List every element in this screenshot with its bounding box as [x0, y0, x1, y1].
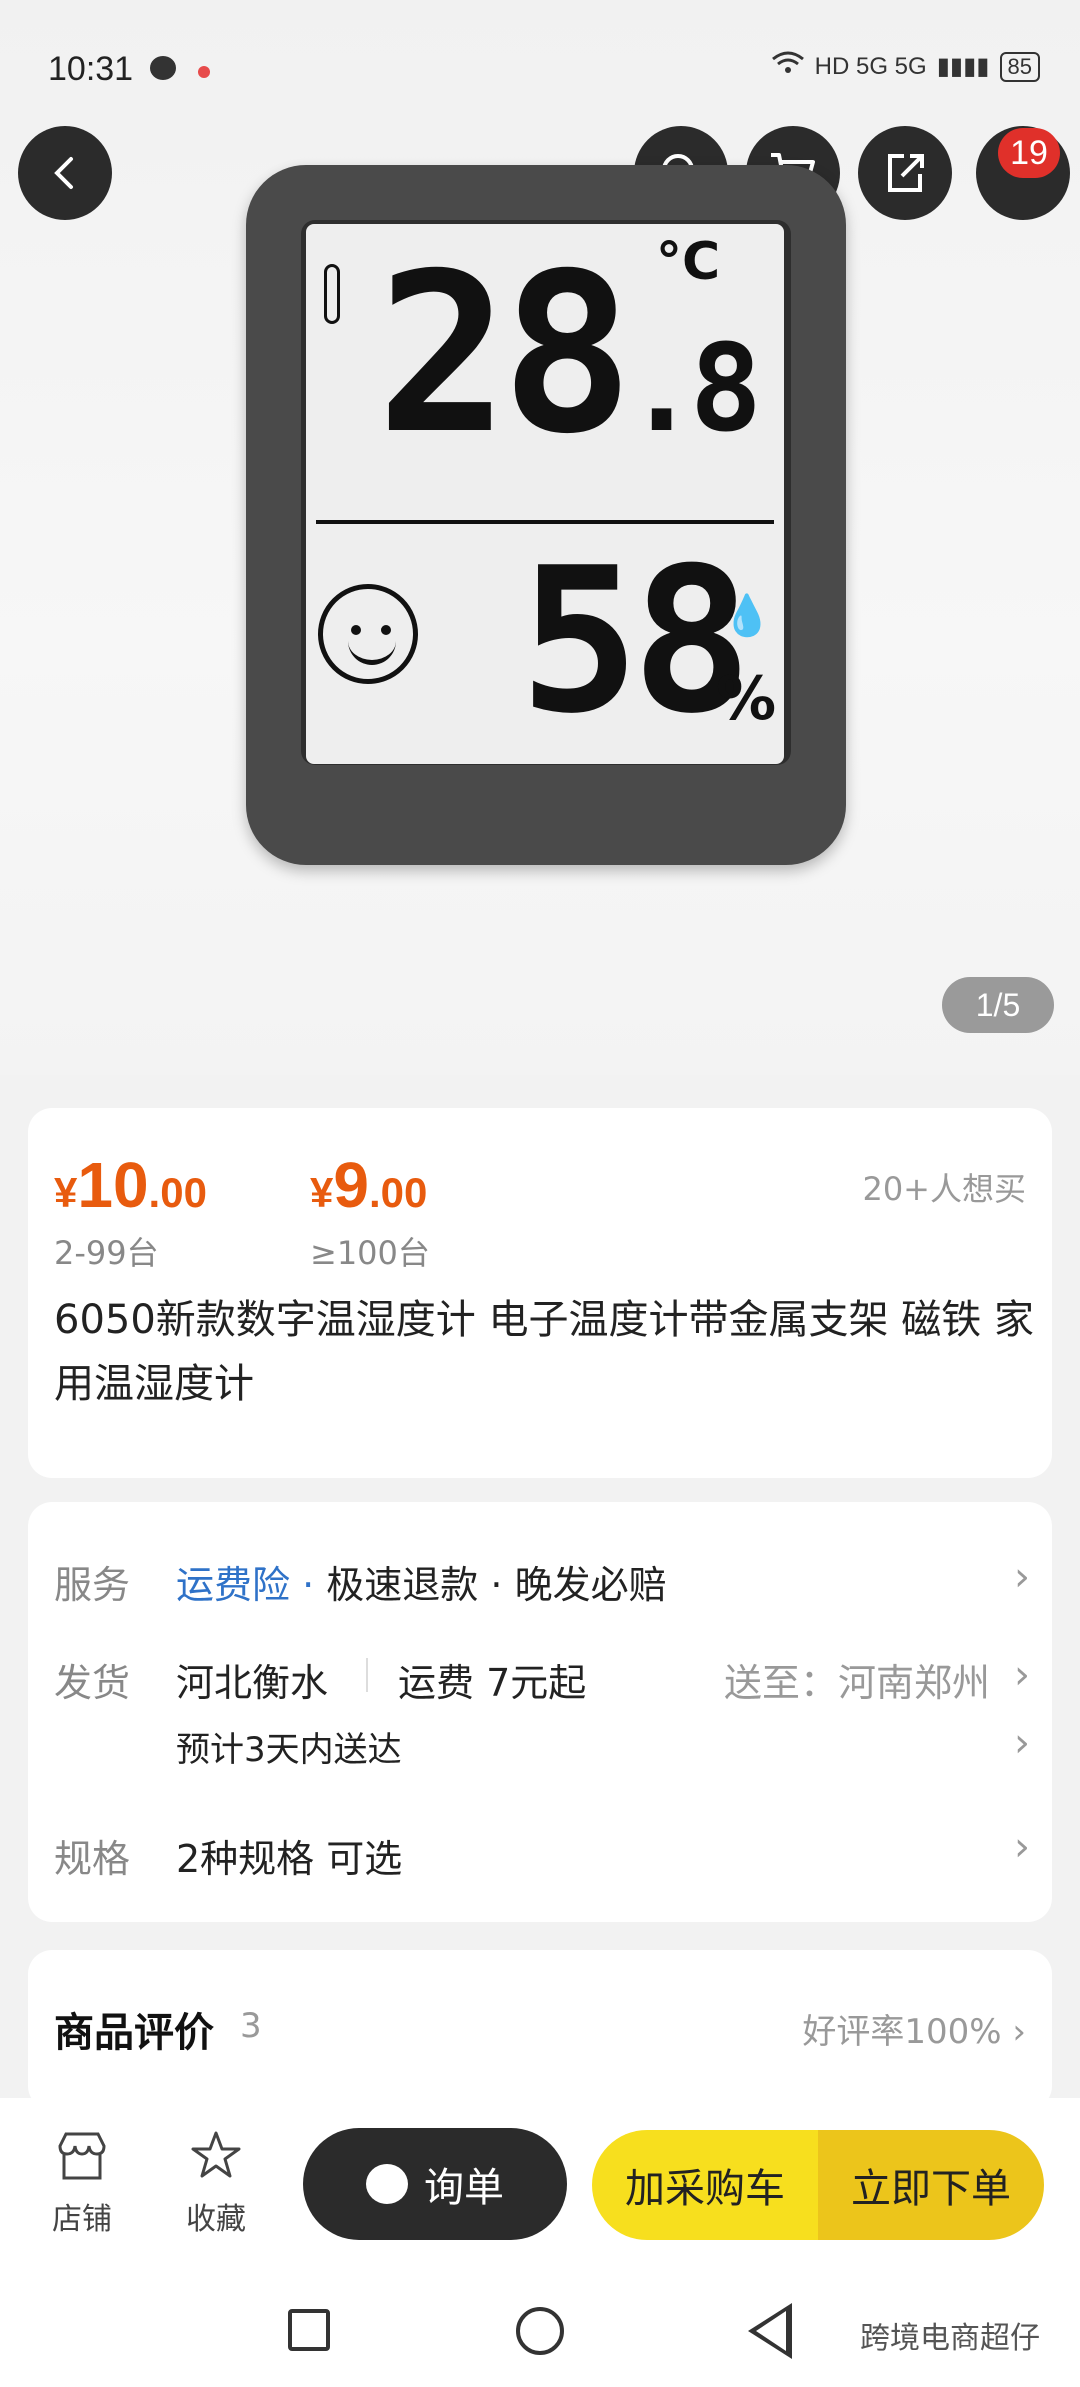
- service-dot: ·: [302, 1563, 315, 1607]
- spec-label: 规格: [54, 1837, 131, 1881]
- shop-icon: [54, 2128, 110, 2184]
- smiley-face-icon: [318, 584, 418, 684]
- spec-chevron-right-icon[interactable]: ›: [1014, 1824, 1030, 1870]
- service-label: 服务: [54, 1563, 131, 1607]
- price-tier-1-range: 2-99台: [54, 1234, 159, 1272]
- price-tier-2: ¥9.00: [310, 1148, 427, 1222]
- service-dot: ·: [490, 1563, 503, 1607]
- destination-chevron-right-icon[interactable]: ›: [1014, 1652, 1030, 1698]
- status-time: 10:31: [48, 50, 134, 88]
- back-triangle-icon[interactable]: [748, 2303, 792, 2359]
- chat-bubble-icon: [366, 2164, 408, 2204]
- price-int: 10: [77, 1149, 149, 1221]
- shop-button[interactable]: 店铺: [32, 2128, 132, 2238]
- price-dec: .00: [368, 1169, 428, 1216]
- service-fast-refund: 极速退款: [326, 1563, 479, 1607]
- spec-value[interactable]: 2种规格 可选: [176, 1828, 402, 1883]
- shipping-eta: 预计3天内送达: [176, 1730, 402, 1770]
- want-to-buy-count: 20+人想买: [862, 1170, 1026, 1208]
- signal-bars-icon: ▮▮▮▮: [936, 53, 990, 80]
- review-card[interactable]: 商品评价 3 好评率100% ›: [28, 1950, 1052, 2110]
- temp-value: 28: [376, 226, 634, 482]
- gallery-pager: 1/5: [942, 977, 1054, 1033]
- message-icon: [150, 56, 176, 80]
- notification-dot-icon: [198, 66, 210, 78]
- wifi-icon: [771, 50, 805, 83]
- price-yen: ¥: [310, 1169, 334, 1216]
- star-icon: [188, 2128, 244, 2184]
- product-gallery[interactable]: 10:31 HD 5G 5G ▮▮▮▮ 85 • 19 28.8 °C: [0, 0, 1080, 1075]
- temp-decimal: .8: [625, 320, 762, 459]
- shipping-destination[interactable]: 送至：河南郑州: [724, 1652, 990, 1707]
- screen-divider: [316, 520, 774, 524]
- service-late-compensation: 晚发必赔: [514, 1563, 667, 1607]
- bottom-action-bar: 店铺 收藏 询单 加采购车 立即下单: [0, 2098, 1080, 2273]
- price-card: ¥10.00 2-99台 ¥9.00 ≥100台 20+人想买 6050新款数字…: [28, 1108, 1052, 1478]
- inquiry-button[interactable]: 询单: [303, 2128, 567, 2240]
- humidity-unit: %: [716, 664, 777, 734]
- service-freight-insurance: 运费险: [176, 1563, 291, 1607]
- positive-rate[interactable]: 好评率100% ›: [802, 2004, 1026, 2053]
- service-chevron-right-icon[interactable]: ›: [1014, 1554, 1030, 1600]
- service-card: 服务 运费险 · 极速退款 · 晚发必赔 › 发货 河北衡水 运费 7元起 送至…: [28, 1502, 1052, 1922]
- purchase-actions: 加采购车 立即下单: [592, 2130, 1044, 2240]
- device-screen: 28.8 °C 58 % 💧: [306, 224, 784, 764]
- inquiry-label: 询单: [424, 2165, 504, 2211]
- service-items[interactable]: 运费险 · 极速退款 · 晚发必赔: [176, 1554, 667, 1609]
- share-icon: [888, 154, 924, 192]
- shipping-label: 发货: [54, 1661, 131, 1705]
- system-navigation-bar: 跨境电商超仔: [0, 2273, 1080, 2387]
- divider: [366, 1658, 368, 1692]
- back-button[interactable]: [18, 126, 112, 220]
- price-dec: .00: [148, 1169, 207, 1216]
- chevron-left-icon: [54, 157, 73, 189]
- status-right: HD 5G 5G ▮▮▮▮ 85: [771, 50, 1040, 83]
- battery-indicator: 85: [999, 51, 1040, 82]
- review-count: 3: [240, 2006, 262, 2046]
- price-yen: ¥: [54, 1169, 78, 1216]
- thermometer-icon: [324, 264, 340, 324]
- recent-apps-icon[interactable]: [288, 2309, 330, 2351]
- positive-rate-text: 好评率100%: [802, 2012, 1002, 2052]
- price-tier-1: ¥10.00: [54, 1148, 207, 1222]
- price-tier-2-range: ≥100台: [310, 1234, 430, 1272]
- humidity-reading: 58: [519, 525, 752, 758]
- shop-label: 店铺: [52, 2202, 112, 2237]
- review-title: 商品评价: [54, 2010, 214, 2056]
- favorite-button[interactable]: 收藏: [166, 2128, 266, 2238]
- signal-text: HD 5G 5G: [814, 52, 927, 80]
- status-bar: 10:31 HD 5G 5G ▮▮▮▮ 85: [0, 40, 1080, 100]
- price-int: 9: [333, 1149, 369, 1221]
- watermark: 跨境电商超仔: [860, 2321, 1040, 2356]
- product-title: 6050新款数字温湿度计 电子温度计带金属支架 磁铁 家用温湿度计: [54, 1297, 1034, 1407]
- home-icon[interactable]: [516, 2307, 564, 2355]
- temp-unit: °C: [656, 232, 721, 292]
- eta-chevron-right-icon[interactable]: ›: [1014, 1720, 1030, 1766]
- shipping-fee: 运费 7元起: [398, 1661, 587, 1705]
- share-button[interactable]: [858, 126, 952, 220]
- message-badge: 19: [998, 128, 1060, 178]
- favorite-label: 收藏: [186, 2202, 246, 2237]
- add-to-cart-button[interactable]: 加采购车: [592, 2130, 818, 2240]
- shipping-origin: 河北衡水: [176, 1661, 329, 1705]
- buy-now-button[interactable]: 立即下单: [818, 2130, 1044, 2240]
- water-drop-icon: 💧: [722, 593, 772, 639]
